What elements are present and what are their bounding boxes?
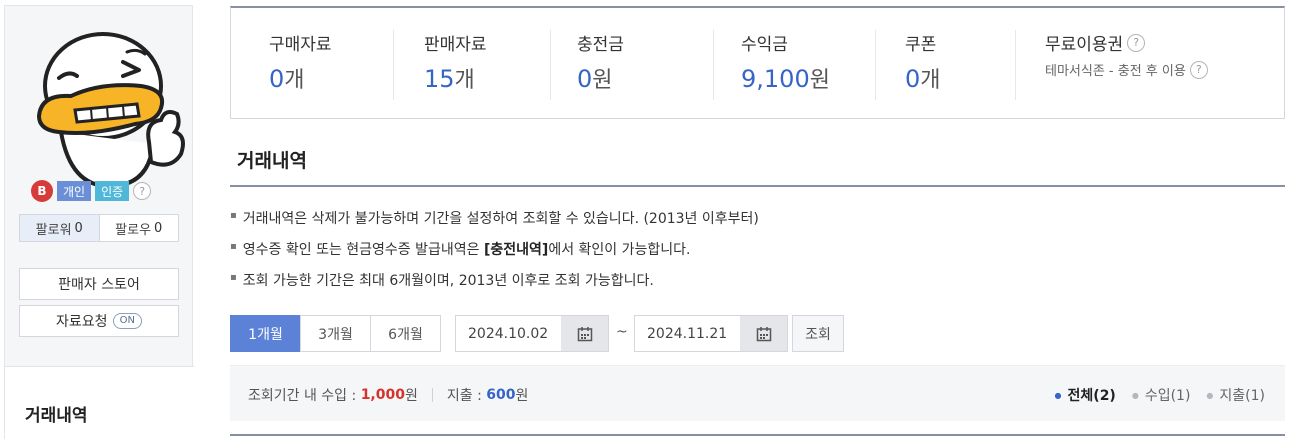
income-value: 1,000	[360, 387, 405, 403]
income-label: 조회기간 내 수입 :	[248, 388, 357, 404]
free-pass-note: 테마서식존 - 충전 후 이용 ?	[1045, 60, 1208, 79]
bullet-icon: ▪	[230, 272, 237, 283]
followers-label: 팔로워	[35, 222, 72, 238]
stat-divider	[875, 30, 876, 100]
stat-label: 충전금	[577, 35, 624, 55]
stat-coupon[interactable]: 쿠폰 0개	[905, 30, 941, 94]
start-date-field[interactable]: 2024.10.02	[455, 315, 609, 352]
request-button[interactable]: 자료요청 ON	[19, 305, 179, 337]
table-top-border	[230, 434, 1285, 436]
grade-badge: B	[31, 180, 53, 202]
stat-divider	[1015, 30, 1016, 100]
bullet-icon: ▪	[230, 210, 237, 221]
period-1month-button[interactable]: 1개월	[230, 315, 301, 352]
title-divider	[230, 185, 1285, 187]
stat-label: 무료이용권 ?	[1045, 30, 1208, 55]
following-label: 팔로우	[115, 222, 152, 238]
income-unit: 원	[404, 388, 418, 404]
expense-value: 600	[486, 387, 516, 403]
notice-item: ▪ 영수증 확인 또는 현금영수증 발급내역은 [충전내역]에서 확인이 가능합…	[230, 241, 691, 258]
followers-count: 0	[74, 220, 83, 236]
stat-label: 쿠폰	[905, 35, 937, 55]
tab-income[interactable]: ● 수입(1)	[1132, 385, 1191, 405]
notice-item: ▪ 조회 가능한 기간은 최대 6개월이며, 2013년 이후로 조회 가능합니…	[230, 272, 654, 289]
stat-value: 0원	[577, 65, 613, 93]
calendar-icon[interactable]	[561, 316, 608, 351]
profile-sidebar: B 개인 인증 ? 팔로워 0 팔로우 0 판매자 스토어 자료요청 ON 거래…	[4, 5, 194, 439]
stat-divider	[713, 30, 714, 100]
help-icon[interactable]: ?	[133, 182, 152, 200]
tab-expense[interactable]: ● 지출(1)	[1206, 385, 1265, 405]
end-date-field[interactable]: 2024.11.21	[634, 315, 788, 352]
period-3month-button[interactable]: 3개월	[300, 315, 371, 352]
calendar-icon[interactable]	[740, 316, 787, 351]
follow-counts: 팔로워 0 팔로우 0	[19, 214, 179, 242]
following-tab[interactable]: 팔로우 0	[100, 215, 179, 241]
notice-list: ▪ 거래내역은 삭제가 불가능하며 기간을 설정하여 조회할 수 있습니다. (…	[230, 208, 759, 301]
end-date-value[interactable]: 2024.11.21	[635, 316, 740, 351]
free-pass-note-help-icon[interactable]: ?	[1189, 60, 1208, 79]
sidebar-menu: 거래내역	[5, 366, 194, 439]
stat-sold[interactable]: 판매자료 15개	[424, 30, 487, 94]
account-stats: 구매자료 0개 판매자료 15개 충전금 0원 수익금 9,100원 쿠폰 0개…	[230, 6, 1285, 119]
bullet-icon: ●	[1131, 390, 1139, 400]
stat-value: 15개	[424, 65, 475, 93]
stat-value: 0개	[269, 65, 305, 93]
expense-label: 지출 :	[446, 388, 482, 404]
personal-tag: 개인	[57, 181, 92, 201]
period-6month-button[interactable]: 6개월	[370, 315, 441, 352]
member-badges: B 개인 인증 ?	[31, 180, 152, 202]
stat-purchased[interactable]: 구매자료 0개	[269, 30, 332, 94]
bullet-icon: ●	[1206, 390, 1214, 400]
stat-divider	[393, 30, 394, 100]
stat-value: 0개	[905, 65, 941, 93]
followers-tab[interactable]: 팔로워 0	[20, 215, 100, 241]
stat-label: 판매자료	[424, 35, 487, 55]
divider	[431, 388, 433, 402]
request-toggle[interactable]: ON	[112, 313, 142, 329]
stat-label: 수익금	[741, 35, 788, 55]
start-date-value[interactable]: 2024.10.02	[456, 316, 561, 351]
avatar	[36, 32, 185, 189]
seller-store-button[interactable]: 판매자 스토어	[19, 268, 179, 300]
page-title: 거래내역	[237, 150, 307, 172]
bullet-icon: ▪	[230, 241, 237, 252]
date-range-separator: ~	[616, 324, 628, 340]
notice-item: ▪ 거래내역은 삭제가 불가능하며 기간을 설정하여 조회할 수 있습니다. (…	[230, 210, 759, 227]
sidebar-menu-title[interactable]: 거래내역	[25, 401, 88, 426]
charge-history-link[interactable]: [충전내역]	[484, 242, 548, 258]
following-count: 0	[154, 220, 163, 236]
free-pass-help-icon[interactable]: ?	[1127, 33, 1146, 52]
search-button[interactable]: 조회	[792, 315, 844, 352]
request-label: 자료요청	[56, 314, 108, 330]
transaction-filter-tabs: ● 전체(2) ● 수입(1) ● 지출(1)	[1055, 385, 1265, 405]
seller-store-label: 판매자 스토어	[58, 277, 140, 293]
stat-earnings[interactable]: 수익금 9,100원	[741, 30, 830, 94]
stat-divider	[550, 30, 551, 100]
period-selector: 1개월 3개월 6개월	[230, 315, 441, 352]
period-totals: 조회기간 내 수입 : 1,000 원 지출 : 600 원	[248, 385, 528, 405]
bullet-icon: ●	[1054, 390, 1062, 400]
stat-value: 9,100원	[741, 65, 830, 93]
stat-free-pass[interactable]: 무료이용권 ? 테마서식존 - 충전 후 이용 ?	[1045, 30, 1208, 79]
stat-charge[interactable]: 충전금 0원	[577, 30, 624, 94]
verified-tag: 인증	[95, 181, 130, 201]
expense-unit: 원	[515, 388, 529, 404]
summary-bar: 조회기간 내 수입 : 1,000 원 지출 : 600 원 ● 전체(2) ● 수…	[230, 365, 1285, 421]
tab-all[interactable]: ● 전체(2)	[1055, 385, 1116, 405]
stat-label: 구매자료	[269, 35, 332, 55]
